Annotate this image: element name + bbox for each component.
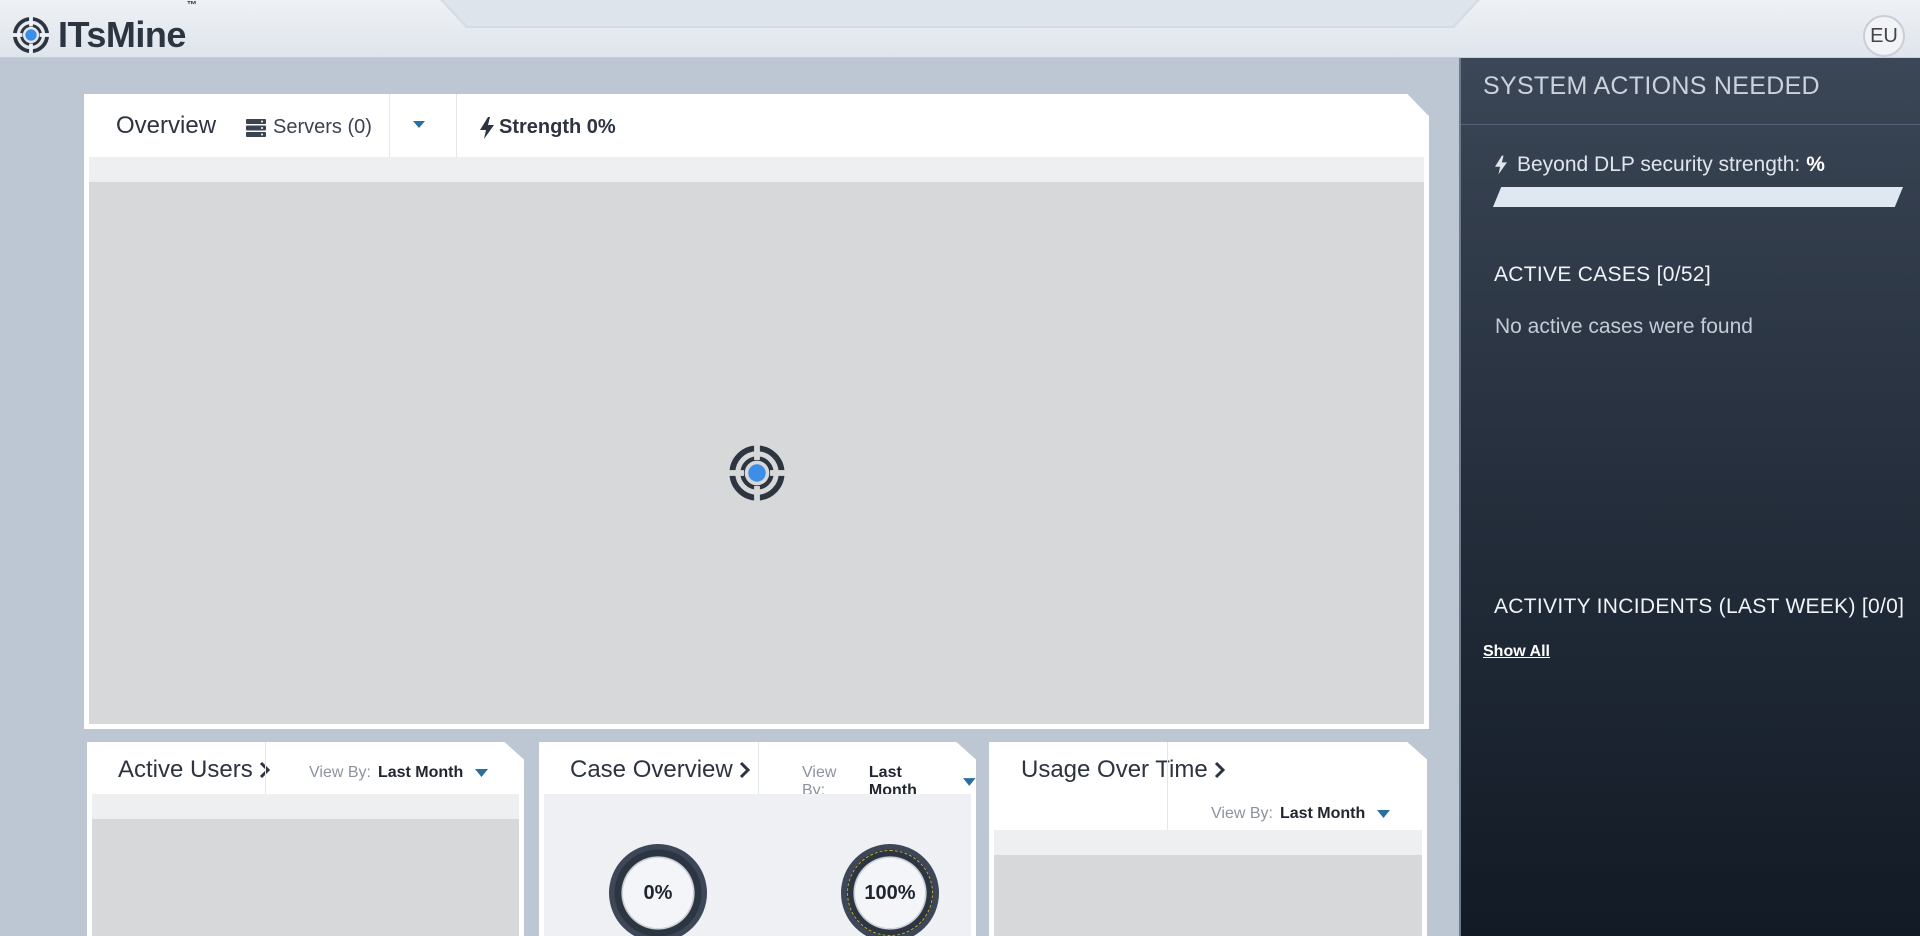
user-avatar[interactable]: EU: [1863, 15, 1905, 57]
show-all-link[interactable]: Show All: [1483, 643, 1550, 661]
viewby-value: Last Month: [377, 764, 464, 781]
header-divider: [389, 94, 390, 158]
donut-value: 0%: [643, 881, 673, 904]
case-donut-closed[interactable]: 100%: [841, 844, 939, 936]
header-divider: [456, 94, 457, 158]
header-divider: [758, 742, 759, 794]
overview-title: Overview: [116, 112, 217, 139]
case-overview-title: Case Overview: [570, 756, 733, 783]
activity-incidents-heading: ACTIVITY INCIDENTS (LAST WEEK) [0/0]: [1494, 595, 1905, 618]
panel-title: SYSTEM ACTIONS NEEDED: [1483, 72, 1820, 100]
header-divider: [265, 742, 266, 794]
active-users-chart-area: [92, 819, 519, 936]
usage-over-time-title: Usage Over Time: [1021, 756, 1208, 783]
servers-selector[interactable]: Servers (0): [246, 116, 372, 139]
system-actions-panel: SYSTEM ACTIONS NEEDED Beyond DLP securit…: [1459, 58, 1920, 936]
overview-toolbar-strip: [89, 157, 1424, 182]
caret-down-icon: [963, 777, 976, 786]
active-users-strip: [92, 794, 519, 819]
active-users-title: Active Users: [118, 756, 253, 783]
overview-card: Overview Servers (0) Strength 0%: [84, 94, 1429, 729]
donut-value: 100%: [864, 881, 916, 904]
usage-over-time-strip: [994, 830, 1422, 855]
usage-over-time-chart-area: [994, 855, 1422, 936]
chevron-right-icon: [739, 761, 750, 779]
security-strength-row: Beyond DLP security strength: %: [1495, 153, 1825, 177]
servers-label: Servers (0): [273, 116, 372, 138]
active-users-card: Active Users View By: Last Month: [87, 742, 524, 936]
active-cases-empty-message: No active cases were found: [1495, 315, 1753, 338]
top-bar: ITsMine™ EU: [0, 0, 1920, 58]
viewby-value: Last Month: [1279, 805, 1366, 822]
security-strength-bar: [1493, 187, 1903, 207]
chevron-right-icon: [1214, 761, 1225, 779]
loading-target-spinner-icon: [729, 445, 785, 501]
case-overview-title-link[interactable]: Case Overview: [570, 756, 751, 784]
case-donut-open[interactable]: 0%: [609, 844, 707, 936]
strength-label: Strength 0%: [499, 116, 616, 138]
server-stack-icon: [246, 118, 266, 137]
usage-over-time-title-link[interactable]: Usage Over Time: [1021, 756, 1226, 784]
active-users-viewby-dropdown[interactable]: View By: Last Month: [309, 764, 489, 782]
caret-down-icon: [1377, 809, 1391, 818]
active-cases-heading: ACTIVE CASES [0/52]: [1494, 263, 1711, 286]
active-users-title-link[interactable]: Active Users: [118, 756, 271, 784]
viewby-label: View By:: [309, 764, 371, 781]
usage-over-time-viewby-dropdown[interactable]: View By: Last Month: [1211, 805, 1391, 823]
case-overview-card: Case Overview View By: Last Month 0% 100…: [539, 742, 976, 936]
itsmine-logo-icon: [12, 16, 50, 54]
header-divider: [1167, 742, 1168, 830]
security-strength-value: %: [1806, 153, 1825, 176]
top-bar-notch-inner: [443, 0, 1477, 26]
usage-over-time-card: Usage Over Time View By: Last Month: [989, 742, 1427, 936]
viewby-label: View By:: [1211, 805, 1273, 822]
strength-indicator: Strength 0%: [480, 116, 616, 139]
panel-divider: [1461, 124, 1920, 125]
caret-down-icon: [475, 768, 489, 777]
lightning-bolt-icon: [480, 116, 494, 139]
lightning-bolt-icon: [1495, 155, 1507, 175]
security-strength-label: Beyond DLP security strength:: [1517, 153, 1801, 176]
caret-down-icon[interactable]: [412, 120, 426, 130]
app-name: ITsMine™: [58, 0, 197, 55]
app-logo[interactable]: ITsMine™: [12, 0, 197, 56]
